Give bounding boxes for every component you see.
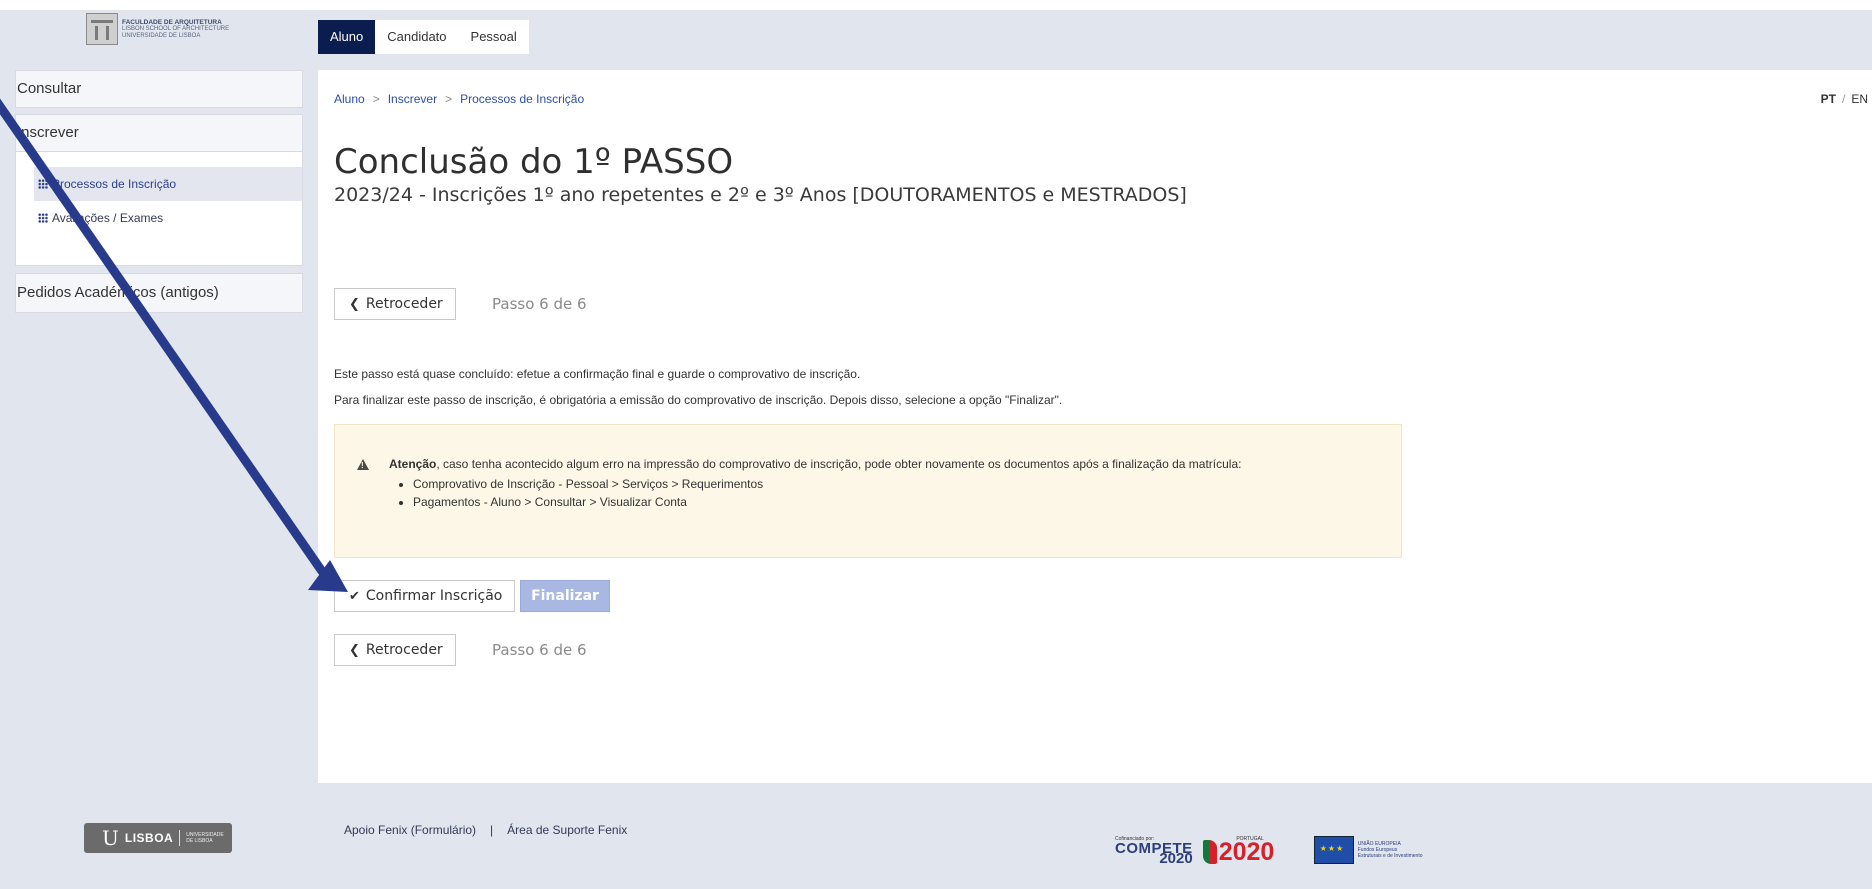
- main-content: Aluno > Inscrever > Processos de Inscrição P…: [318, 70, 1872, 783]
- funding-logos: Cofinanciado por: COMPETE 2020 2020 PORT…: [1115, 824, 1423, 867]
- sidebar-item-label: Avaliações / Exames: [52, 211, 164, 225]
- eu-text: UNIÃO EUROPEIA Fundos Europeus Estruturais…: [1358, 841, 1423, 859]
- warning-bullet: Comprovativo de Inscrição - Pessoal > Se…: [413, 477, 763, 491]
- back-button-top[interactable]: ❮ Retroceder: [334, 288, 456, 320]
- logo-divider: [179, 830, 181, 846]
- warning-text: , caso tenha acontecido algum erro na im…: [436, 457, 1242, 471]
- eu-flag-icon: [1313, 836, 1354, 864]
- footer-link-suporte[interactable]: Área de Suporte Fenix: [507, 823, 627, 837]
- back-label: Retroceder: [365, 642, 443, 658]
- portugal-label: PORTUGAL: [1236, 836, 1264, 842]
- back-button-bottom[interactable]: ❮ Retroceder: [334, 634, 456, 666]
- sidebar-item-label: Processos de Inscrição: [52, 177, 177, 191]
- confirm-label: Confirmar Inscrição: [365, 588, 503, 604]
- warning-bullet: Pagamentos - Aluno > Consultar > Visuali…: [413, 495, 763, 509]
- grid-icon: [38, 179, 48, 189]
- ulisboa-u-icon: U: [102, 826, 119, 850]
- lang-sep: /: [1841, 92, 1846, 106]
- lang-en[interactable]: EN: [1851, 92, 1868, 106]
- info-paragraph-1: Este passo está quase concluído: efetue …: [334, 367, 861, 381]
- breadcrumb-sep: >: [445, 92, 453, 106]
- sidebar-item-avaliacoes[interactable]: Avaliações / Exames: [34, 201, 302, 235]
- breadcrumb: Aluno > Inscrever > Processos de Inscrição: [334, 92, 584, 106]
- finalize-button[interactable]: Finalizar: [520, 580, 610, 612]
- tab-aluno[interactable]: Aluno: [318, 20, 376, 54]
- info-paragraph-2: Para finalizar este passo de inscrição, …: [334, 393, 1063, 407]
- ulisboa-logo-text: LISBOA: [124, 831, 174, 845]
- tab-candidato[interactable]: Candidato: [375, 20, 459, 54]
- logo-line3: UNIVERSIDADE DE LISBOA: [122, 32, 201, 39]
- sidebar-inscrever: Inscrever Processos de Inscrição Avaliaç…: [15, 114, 303, 266]
- step-indicator-top: Passo 6 de 6: [492, 295, 587, 313]
- logo-text: FACULDADE DE ARQUITETURA LISBON SCHOOL O…: [122, 19, 229, 40]
- chevron-left-icon: ❮: [349, 296, 360, 312]
- footer-sep: |: [490, 823, 494, 837]
- tab-pessoal[interactable]: Pessoal: [458, 20, 529, 54]
- faculty-logo[interactable]: FACULDADE DE ARQUITETURA LISBON SCHOOL O…: [86, 13, 232, 45]
- warning-strong: Atenção: [389, 457, 437, 471]
- ulisboa-logo[interactable]: U LISBOA UNIVERSIDADE DE LISBOA: [84, 823, 232, 853]
- breadcrumb-aluno[interactable]: Aluno: [334, 92, 365, 106]
- warning-list: Comprovativo de Inscrição - Pessoal > Se…: [403, 477, 763, 513]
- warning-message: Atenção, caso tenha acontecido algum err…: [389, 457, 1241, 471]
- logo-line1: FACULDADE DE ARQUITETURA: [122, 18, 222, 26]
- page-title: Conclusão do 1º PASSO: [334, 142, 734, 182]
- sidebar-pedidos-antigos[interactable]: Pedidos Académicos (antigos): [15, 273, 303, 313]
- portugal-flag-icon: [1202, 840, 1217, 864]
- sidebar-consultar-label: Consultar: [17, 80, 82, 97]
- footer-link-apoio[interactable]: Apoio Fenix (Formulário): [344, 823, 476, 837]
- breadcrumb-sep: >: [372, 92, 380, 106]
- faculty-crest-icon: [86, 13, 118, 45]
- chevron-left-icon: ❮: [349, 642, 360, 658]
- ulisboa-small-text: UNIVERSIDADE DE LISBOA: [186, 832, 224, 844]
- compete-logo: Cofinanciado por: COMPETE 2020: [1115, 834, 1193, 867]
- confirm-inscription-button[interactable]: ✔ Confirmar Inscrição: [334, 580, 516, 612]
- sidebar-consultar[interactable]: Consultar: [15, 70, 303, 108]
- breadcrumb-inscrever[interactable]: Inscrever: [388, 92, 437, 106]
- sidebar-item-processos[interactable]: Processos de Inscrição: [34, 167, 302, 201]
- sidebar-pedidos-label: Pedidos Académicos (antigos): [17, 284, 219, 301]
- warning-box: Atenção, caso tenha acontecido algum err…: [334, 424, 1402, 558]
- eu-line3: Estruturais e de Investimento: [1357, 853, 1423, 859]
- page-subtitle: 2023/24 - Inscrições 1º ano repetentes e…: [334, 184, 1187, 206]
- check-icon: ✔: [349, 588, 360, 604]
- back-label: Retroceder: [365, 296, 443, 312]
- compete-year: 2020: [1159, 850, 1193, 867]
- portugal2020-year: 2020: [1218, 838, 1275, 866]
- footer-links: Apoio Fenix (Formulário) | Área de Suporte…: [344, 823, 627, 837]
- eu-funds-logo: UNIÃO EUROPEIAFundos EuropeusEstruturais…: [1313, 836, 1423, 864]
- language-switcher: PT / EN: [1821, 92, 1868, 106]
- logo-line2: LISBON SCHOOL OF ARCHITECTURE: [122, 25, 230, 32]
- breadcrumb-processos[interactable]: Processos de Inscrição: [460, 92, 584, 106]
- grid-icon: [38, 213, 48, 223]
- lang-pt[interactable]: PT: [1821, 92, 1836, 106]
- step-indicator-bottom: Passo 6 de 6: [492, 641, 587, 659]
- top-tabs: Aluno Candidato Pessoal: [318, 20, 529, 54]
- warning-triangle-icon: [357, 459, 369, 470]
- sidebar-inscrever-label[interactable]: Inscrever: [16, 115, 302, 152]
- portugal2020-logo: 2020 PORTUGAL: [1202, 836, 1304, 866]
- ulisboa-small-2: DE LISBOA: [186, 838, 213, 844]
